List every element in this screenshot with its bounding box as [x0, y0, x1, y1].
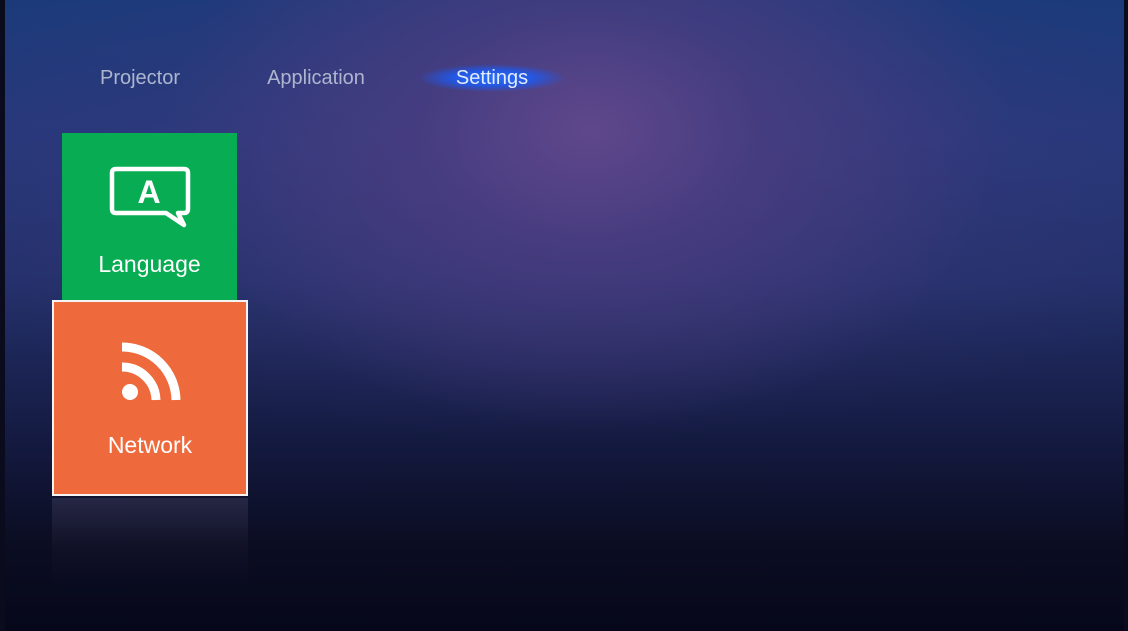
tile-reflection [52, 498, 248, 588]
wifi-signal-icon [54, 340, 246, 406]
language-tile[interactable]: A Language [62, 133, 237, 301]
network-tile-label: Network [107, 432, 193, 458]
network-tile[interactable]: Network [52, 300, 248, 496]
tab-settings[interactable]: Settings [418, 60, 566, 96]
projector-home-screen: Projector Application Settings A Languag… [0, 0, 1128, 631]
tab-application[interactable]: Application [248, 60, 384, 96]
screen-edge-right [1124, 0, 1128, 631]
tab-projector[interactable]: Projector [78, 60, 202, 96]
language-icon: A [62, 165, 237, 229]
language-tile-label: Language [98, 251, 201, 277]
top-tab-bar: Projector Application Settings [0, 60, 700, 96]
language-icon-glyph: A [137, 174, 160, 210]
